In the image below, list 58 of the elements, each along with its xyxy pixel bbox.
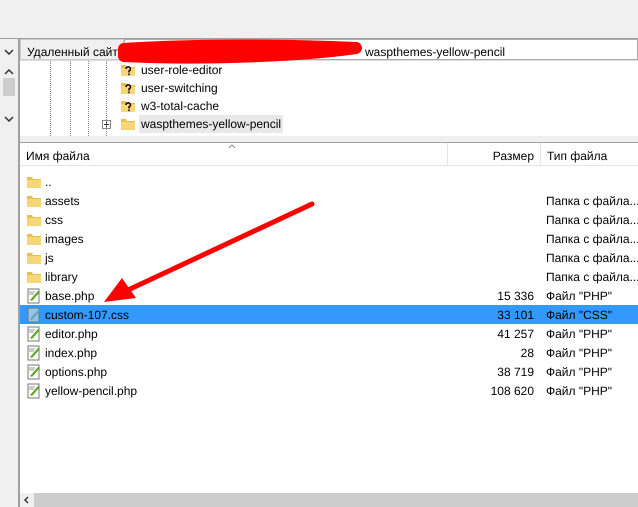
file-name: yellow-pencil.php — [45, 382, 138, 400]
file-row[interactable]: index.php 28 Файл "PHP" — [20, 343, 638, 362]
file-row[interactable]: editor.php 41 257 Файл "PHP" — [20, 324, 638, 343]
horizontal-scrollbar[interactable] — [20, 493, 638, 507]
file-row[interactable]: yellow-pencil.php 108 620 Файл "PHP" — [20, 381, 638, 400]
sort-icon[interactable] — [228, 144, 236, 149]
tree-item[interactable]: waspthemes-yellow-pencil — [139, 115, 284, 133]
file-type: Файл "PHP" — [546, 364, 612, 378]
file-row[interactable]: .. — [20, 172, 638, 191]
question-folder-icon — [120, 98, 136, 114]
scrollbar-thumb[interactable] — [3, 78, 15, 96]
file-name: editor.php — [45, 326, 98, 342]
file-name: base.php — [45, 288, 94, 304]
file-size: 38 719 — [497, 364, 534, 378]
file-size: 41 257 — [497, 326, 534, 340]
file-name: assets — [45, 192, 80, 210]
file-name: library — [45, 268, 78, 286]
file-type: Файл "PHP" — [546, 288, 612, 302]
tree-item[interactable]: user-switching — [139, 79, 220, 97]
scroll-up-icon[interactable] — [4, 69, 14, 75]
scroll-left-icon[interactable] — [20, 493, 34, 507]
file-name: css — [45, 212, 63, 228]
file-name: .. — [45, 174, 52, 190]
file-icon — [26, 288, 42, 304]
column-header[interactable]: Тип файла — [540, 143, 638, 165]
question-folder-icon — [120, 62, 136, 78]
tree-item[interactable]: user-role-editor — [139, 61, 224, 79]
file-icon — [26, 344, 42, 360]
file-type: Файл "PHP" — [546, 326, 612, 340]
path-field[interactable]: waspthemes-yellow-pencil — [365, 45, 506, 59]
file-icon — [26, 364, 42, 380]
dropdown-icon[interactable] — [4, 49, 14, 55]
file-row[interactable]: options.php 38 719 Файл "PHP" — [20, 362, 638, 381]
remote-site-label: Удаленный сайт — [20, 39, 124, 60]
column-header[interactable]: Размер — [447, 143, 540, 165]
file-size: 108 620 — [490, 384, 534, 398]
file-row[interactable]: custom-107.css 33 101 Файл "CSS" — [20, 305, 638, 324]
folder-icon — [120, 116, 136, 132]
expand-icon[interactable] — [102, 120, 111, 128]
file-type: Файл "CSS" — [546, 308, 612, 322]
file-name: index.php — [45, 344, 98, 362]
column-header[interactable]: Имя файла — [20, 143, 447, 165]
file-icon — [26, 306, 42, 322]
file-name: options.php — [45, 364, 108, 380]
file-icon — [26, 382, 42, 398]
file-name: js — [45, 250, 54, 266]
scroll-down-icon[interactable] — [4, 116, 14, 122]
file-type: Файл "PHP" — [546, 346, 612, 360]
tree-item[interactable]: w3-total-cache — [139, 97, 222, 115]
question-folder-icon — [120, 80, 136, 96]
file-name: custom-107.css — [45, 306, 130, 324]
file-icon — [26, 326, 42, 342]
file-size: 15 336 — [497, 288, 534, 302]
file-row[interactable]: base.php 15 336 Файл "PHP" — [20, 286, 638, 305]
file-name: images — [45, 230, 84, 248]
file-size: 33 101 — [497, 308, 534, 322]
file-type: Файл "PHP" — [546, 384, 612, 398]
file-size: 28 — [520, 346, 534, 360]
